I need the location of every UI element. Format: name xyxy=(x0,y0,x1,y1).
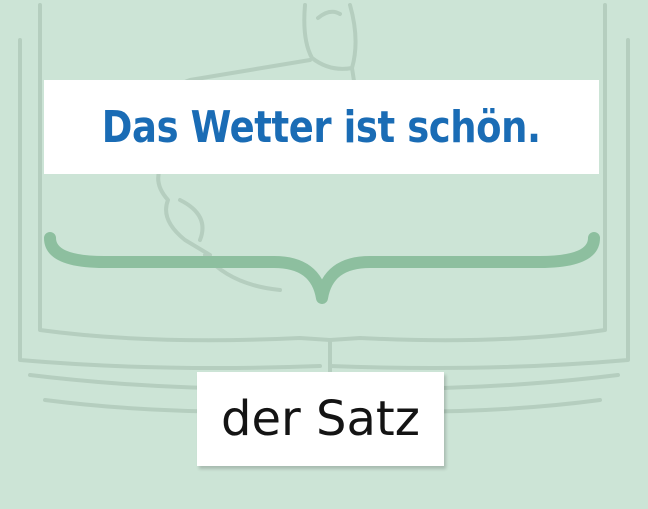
curly-brace-icon xyxy=(44,232,600,304)
label-text: der Satz xyxy=(221,391,420,447)
label-card: der Satz xyxy=(197,372,444,466)
illustration-canvas: Das Wetter ist schön. der Satz xyxy=(0,0,648,509)
sentence-card: Das Wetter ist schön. xyxy=(44,80,599,174)
sentence-text: Das Wetter ist schön. xyxy=(102,101,541,153)
